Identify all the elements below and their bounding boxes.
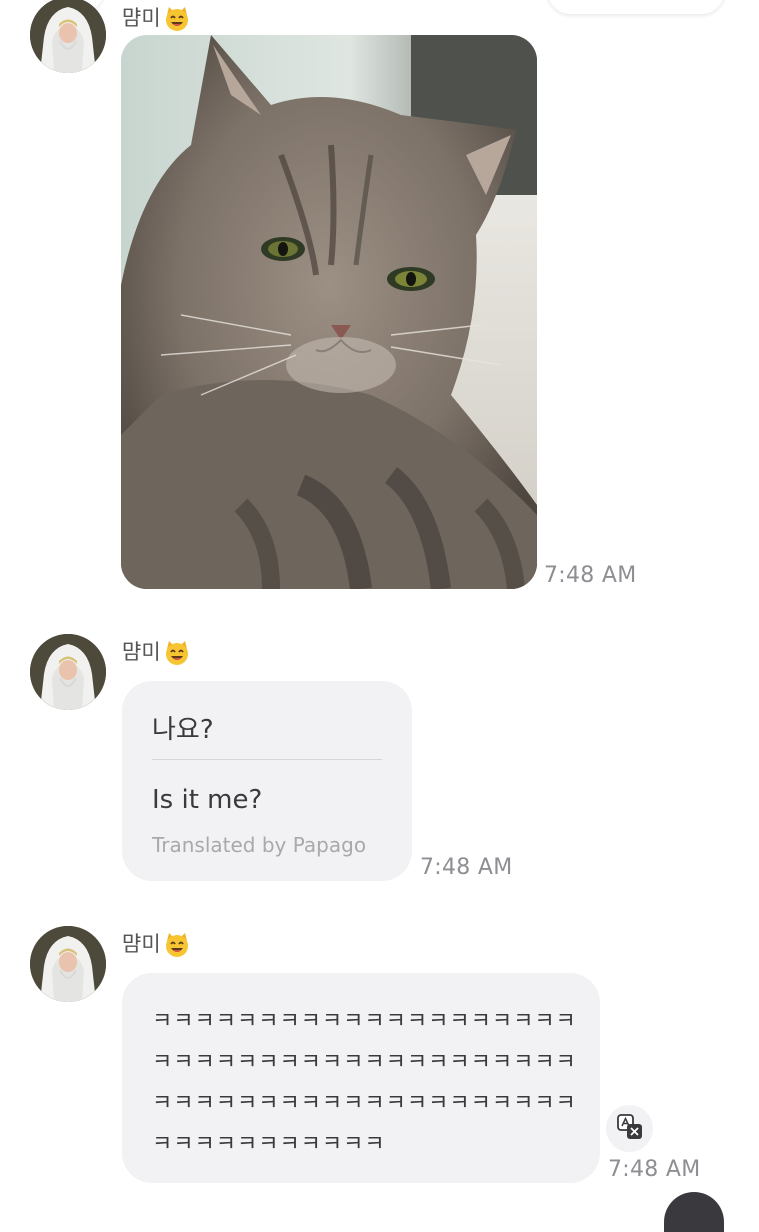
cat-face-emoji-icon [163,930,191,958]
divider [152,759,382,760]
original-text: 나요? [152,715,214,745]
cat-photo[interactable] [121,35,537,589]
translated-text: Is it me? [152,785,263,815]
cat-face-emoji-icon [163,4,191,32]
message-bubble[interactable]: ㅋㅋㅋㅋㅋㅋㅋㅋㅋㅋㅋㅋㅋㅋㅋㅋㅋㅋㅋㅋㅋㅋㅋㅋㅋㅋㅋㅋㅋㅋㅋㅋㅋㅋㅋㅋㅋㅋㅋㅋ… [122,973,600,1183]
message-timestamp: 7:48 AM [608,1157,701,1182]
sender-name: 먐미 [122,5,161,30]
message-bubble[interactable]: 나요? Is it me? Translated by Papago [122,681,412,881]
floating-action-button[interactable] [664,1192,724,1232]
sender-avatar[interactable] [30,926,106,1002]
sender-avatar[interactable] [30,0,106,73]
sender-name-row: 먐미 [122,638,191,666]
message-timestamp: 7:48 AM [420,855,513,880]
cat-face-emoji-icon [163,638,191,666]
message-timestamp: 7:48 AM [544,563,637,588]
translate-button[interactable] [606,1105,653,1152]
top-floating-bar[interactable] [548,0,724,14]
sender-name: 먐미 [122,931,161,956]
translate-icon [616,1113,643,1144]
sender-name-row: 먐미 [122,930,191,958]
sender-name-row: 먐미 [122,4,191,32]
translation-credit: Translated by Papago [152,833,367,857]
sender-name: 먐미 [122,639,161,664]
sender-avatar[interactable] [30,634,106,710]
message-text: ㅋㅋㅋㅋㅋㅋㅋㅋㅋㅋㅋㅋㅋㅋㅋㅋㅋㅋㅋㅋㅋㅋㅋㅋㅋㅋㅋㅋㅋㅋㅋㅋㅋㅋㅋㅋㅋㅋㅋㅋ… [152,1009,577,1157]
